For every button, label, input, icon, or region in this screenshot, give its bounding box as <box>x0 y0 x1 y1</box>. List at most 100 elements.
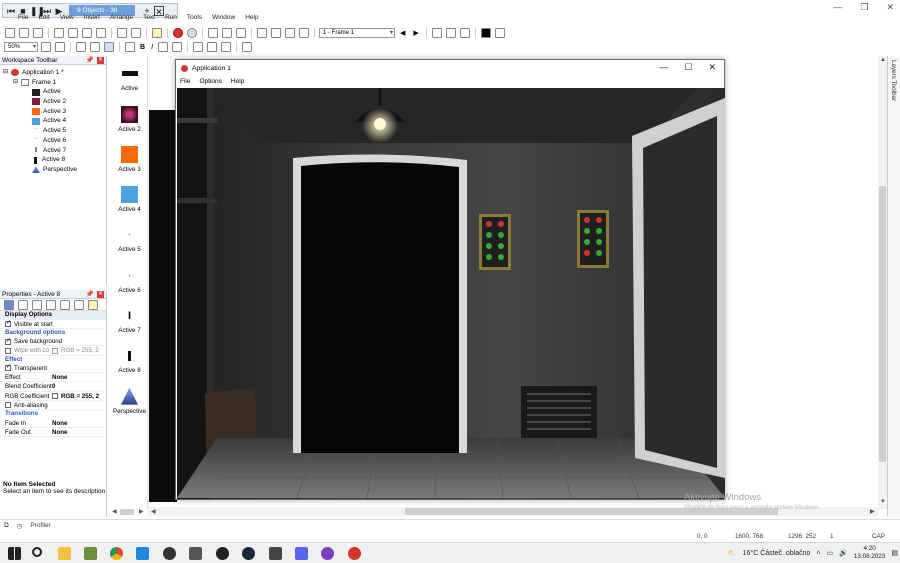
game-scene[interactable] <box>177 88 725 499</box>
app-menu-options[interactable]: Options <box>199 78 221 85</box>
scroll-down-icon[interactable]: ▼ <box>880 499 886 505</box>
build-icon[interactable] <box>236 28 246 38</box>
shelf-scroll-left-icon[interactable]: ◀ <box>112 508 117 515</box>
values-tab-icon[interactable] <box>46 299 56 310</box>
close-panel-icon[interactable]: ✕ <box>97 57 104 64</box>
layout-icon[interactable] <box>104 42 114 52</box>
transparent-checkbox[interactable] <box>5 364 11 372</box>
tree-item[interactable]: I Active 7 <box>3 146 106 156</box>
close-window-icon[interactable]: ✕ <box>886 2 894 13</box>
shelf-scroll-thumb[interactable] <box>120 509 134 515</box>
tree-frame[interactable]: ⊟ Frame 1 <box>3 78 106 88</box>
fill-icon[interactable] <box>172 42 183 52</box>
scroll-up-icon[interactable]: ▲ <box>880 57 886 63</box>
app-icon-2[interactable] <box>136 547 149 560</box>
pin-icon[interactable]: 📌 <box>86 290 94 298</box>
pin-icon[interactable]: 📌 <box>86 56 94 64</box>
font-color-icon[interactable] <box>158 42 169 52</box>
minimize-icon[interactable]: — <box>833 2 842 12</box>
clock[interactable]: 4:20 13.08.2023 <box>854 545 886 561</box>
blend-row[interactable]: Blend Coefficient 0 <box>0 382 106 392</box>
tree-item[interactable]: Active 4 <box>3 116 106 126</box>
app-icon-6[interactable] <box>321 547 334 560</box>
shelf-item[interactable]: Active 3 <box>111 137 148 177</box>
effect-value[interactable]: None <box>52 373 106 381</box>
anti-aliasing-checkbox[interactable] <box>5 402 11 409</box>
runtime-tab-icon[interactable] <box>32 299 42 310</box>
visible-at-start-row[interactable]: Visible at start <box>0 320 106 329</box>
delete-icon[interactable] <box>96 28 106 38</box>
file-explorer-icon[interactable] <box>58 547 71 560</box>
frame-select[interactable]: 1 - Frame 1 <box>319 28 395 38</box>
save-icon[interactable] <box>33 28 43 38</box>
app-maximize-icon[interactable]: ☐ <box>684 62 692 73</box>
restore-icon[interactable]: ❐ <box>860 2 868 13</box>
visible-at-start-checkbox[interactable] <box>5 320 11 328</box>
fade-in-value[interactable]: None <box>52 419 106 427</box>
rgb-coef-row[interactable]: RGB Coefficient RGB = 255, 2 <box>0 392 106 401</box>
scroll-right-icon[interactable]: ▶ <box>870 508 875 515</box>
shelf-scroll-right-icon[interactable]: ▶ <box>139 508 144 515</box>
next-frame-icon[interactable]: ▶ <box>413 29 418 37</box>
help-icon[interactable] <box>152 28 162 38</box>
search-icon[interactable] <box>32 547 42 557</box>
view-4-icon[interactable] <box>299 28 309 38</box>
transparent-row[interactable]: Transparent <box>0 364 106 374</box>
tree-item[interactable]: Perspective <box>3 165 106 175</box>
display-tab-icon[interactable] <box>4 299 14 310</box>
menu-view[interactable]: View <box>60 14 74 24</box>
tree-app[interactable]: ⊟ Application 1 * <box>3 68 106 78</box>
align-left-icon[interactable] <box>193 42 204 52</box>
tree-item[interactable]: Active 2 <box>3 97 106 107</box>
weather-text[interactable]: 16°C Částeč. oblačno <box>743 550 811 557</box>
shelf-item[interactable]: I Active 7 <box>111 298 148 338</box>
new-icon[interactable] <box>5 28 15 38</box>
menu-run[interactable]: Run <box>165 14 177 24</box>
shelf-item[interactable]: · Active 6 <box>111 257 148 297</box>
scroll-left-icon[interactable]: ◀ <box>151 508 156 515</box>
network-icon[interactable]: ▭ <box>827 549 834 557</box>
info-tab-icon[interactable] <box>88 299 98 310</box>
menu-insert[interactable]: Insert <box>84 14 100 24</box>
menu-file[interactable]: File <box>18 14 28 24</box>
steam-icon[interactable] <box>242 547 255 560</box>
effect-row[interactable]: Effect None <box>0 373 106 383</box>
tree-item[interactable]: · Active 6 <box>3 136 106 146</box>
frame-tool-2-icon[interactable] <box>445 28 456 38</box>
app-menu-help[interactable]: Help <box>231 78 244 85</box>
shelf-item[interactable]: Perspective <box>111 378 148 418</box>
stop-gray-icon[interactable] <box>187 28 197 38</box>
app-icon-3[interactable] <box>189 547 202 560</box>
shelf-item[interactable]: Active 2 <box>111 96 148 136</box>
open-icon[interactable] <box>19 28 29 38</box>
grid-icon[interactable] <box>76 42 86 52</box>
tree-item[interactable]: Active 8 <box>3 155 106 165</box>
paste-icon[interactable] <box>82 28 92 38</box>
view-2-icon[interactable] <box>271 28 281 38</box>
app-titlebar[interactable]: Application 1 — ☐ ✕ <box>176 60 724 76</box>
clickteam-icon[interactable] <box>348 547 361 560</box>
tree-item[interactable]: · Active 5 <box>3 126 106 136</box>
movement-tab-icon[interactable] <box>18 299 28 310</box>
windows-start-icon[interactable] <box>8 547 21 560</box>
italic-icon[interactable]: I <box>151 44 153 51</box>
wipe-color-checkbox[interactable] <box>5 347 11 354</box>
save-frame-icon[interactable] <box>494 28 505 38</box>
rgb-coef-value[interactable]: RGB = 255, 2 <box>61 393 99 400</box>
notification-icon[interactable]: ▤ <box>891 549 898 557</box>
menu-window[interactable]: Window <box>212 14 235 24</box>
tree-item[interactable]: Active 3 <box>3 107 106 117</box>
app-icon-4[interactable] <box>216 547 229 560</box>
zoom-select[interactable]: 50% <box>4 42 38 52</box>
blend-value[interactable]: 0 <box>52 382 106 390</box>
menu-arrange[interactable]: Arrange <box>110 14 133 24</box>
run-frame-icon[interactable] <box>222 28 232 38</box>
wipe-color-row[interactable]: Wipe with co RGB = 255, 2 <box>0 346 106 356</box>
wipe-color-swatch[interactable] <box>52 347 58 354</box>
shelf-item[interactable]: Active <box>111 56 148 96</box>
tree-item[interactable]: Active <box>3 87 106 97</box>
menu-tools[interactable]: Tools <box>187 14 202 24</box>
app-minimize-icon[interactable]: — <box>659 62 668 73</box>
app-menu-file[interactable]: File <box>180 78 190 85</box>
app-close-icon[interactable]: ✕ <box>708 62 716 73</box>
